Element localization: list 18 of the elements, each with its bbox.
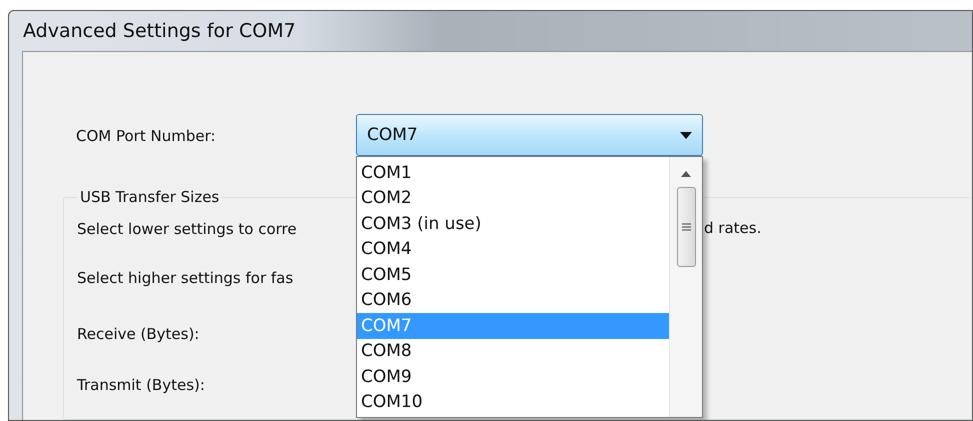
dropdown-option[interactable]: COM1	[357, 160, 669, 186]
dropdown-option[interactable]: COM6	[357, 288, 669, 313]
dropdown-option[interactable]: COM4	[357, 236, 669, 262]
dropdown-option[interactable]: COM5	[357, 262, 669, 288]
dropdown-option[interactable]: COM2	[357, 186, 669, 211]
description-text: Select higher settings for fas	[77, 269, 294, 287]
description-text: d rates.	[704, 219, 762, 237]
com-port-dropdown[interactable]: COM7	[356, 114, 703, 156]
group-box-title: USB Transfer Sizes	[79, 188, 220, 206]
dropdown-option[interactable]: COM8	[357, 338, 669, 364]
field-label: Transmit (Bytes):	[77, 376, 205, 394]
dropdown-option[interactable]: COM10	[357, 390, 669, 415]
description-text: Select lower settings to corre	[77, 220, 297, 238]
dropdown-option[interactable]: COM9	[357, 364, 669, 390]
dropdown-option[interactable]: COM3 (in use)	[357, 211, 669, 236]
field-label: Receive (Bytes):	[77, 325, 200, 343]
window-title: Advanced Settings for COM7	[23, 20, 296, 42]
com-port-label: COM Port Number:	[76, 126, 216, 144]
